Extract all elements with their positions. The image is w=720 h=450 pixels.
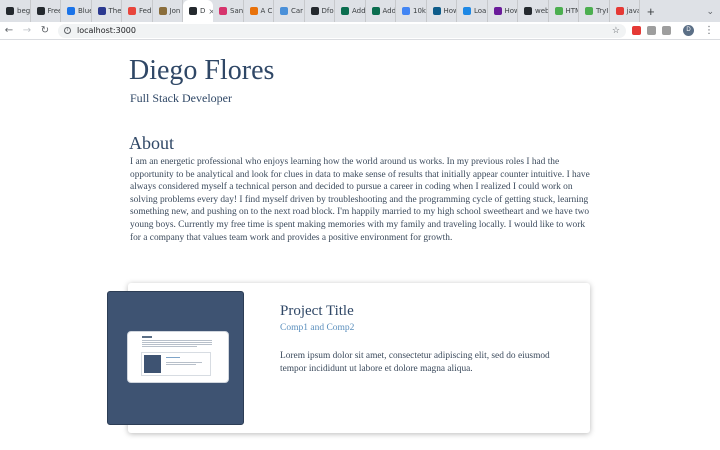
tab-favicon-icon: [97, 7, 106, 15]
project-components: Comp1 and Comp2: [280, 323, 355, 333]
tab-favicon-icon: [6, 7, 14, 15]
tab-label: Dfo: [321, 7, 334, 15]
extension-icon[interactable]: [647, 26, 656, 35]
browser-tab[interactable]: D ×: [183, 0, 213, 22]
page-title: Diego Flores: [129, 55, 275, 86]
tab-label: A C: [260, 7, 273, 15]
tab-label: Jon: [169, 7, 181, 15]
new-tab-button[interactable]: +: [640, 4, 662, 19]
tab-favicon-icon: [219, 7, 227, 15]
url-text: localhost:3000: [77, 26, 136, 35]
tab-favicon-icon: [463, 7, 471, 15]
tab-favicon-icon: [585, 7, 593, 15]
browser-tab[interactable]: 10k: [396, 0, 427, 22]
browser-tab[interactable]: Add: [366, 0, 396, 22]
browser-tab[interactable]: Free: [31, 0, 61, 22]
bookmark-star-icon[interactable]: ☆: [612, 25, 620, 36]
browser-tab[interactable]: Fed: [122, 0, 153, 22]
extension-icon[interactable]: [632, 26, 641, 35]
browser-tab[interactable]: TryI: [579, 0, 610, 22]
browser-tab[interactable]: How: [488, 0, 518, 22]
tab-favicon-icon: [554, 7, 563, 15]
job-role: Full Stack Developer: [130, 91, 232, 105]
tab-label: How: [443, 7, 457, 15]
tab-label: Blue: [78, 7, 91, 15]
tab-label: Loa: [474, 7, 487, 15]
tab-label: TryI: [596, 7, 609, 15]
browser-tab[interactable]: Add: [335, 0, 366, 22]
back-arrow-icon[interactable]: ←: [0, 25, 18, 36]
tab-label: Free: [47, 7, 61, 15]
about-heading: About: [129, 133, 174, 153]
browser-tab[interactable]: Loa: [457, 0, 488, 22]
profile-avatar[interactable]: D: [683, 25, 694, 36]
browser-tab-strip: begi Free Blue The Fed JonD× San A C Car Dfo Add Ad…: [0, 0, 720, 22]
browser-tab[interactable]: The: [92, 0, 122, 22]
tab-label: Fed: [139, 7, 152, 15]
project-screenshot-image: [127, 331, 229, 383]
browser-tab[interactable]: A C: [244, 0, 274, 22]
project-title: Project Title: [280, 303, 354, 319]
extensions-area: [626, 26, 671, 35]
tab-favicon-icon: [36, 7, 45, 15]
about-text: I am an energetic professional who enjoy…: [130, 157, 590, 243]
tab-search-chevron-icon[interactable]: ⌄: [700, 6, 720, 17]
tab-label: web: [535, 7, 549, 15]
browser-tab[interactable]: begi: [0, 0, 31, 22]
tab-favicon-icon: [249, 7, 258, 15]
tab-label: The: [108, 7, 122, 15]
browser-tab[interactable]: San: [213, 0, 244, 22]
browser-toolbar: ← → ↻ i localhost:3000 ☆ D ⋮: [0, 22, 720, 40]
forward-arrow-icon[interactable]: →: [18, 25, 36, 36]
browser-tab[interactable]: java: [610, 0, 640, 22]
tab-favicon-icon: [128, 7, 136, 15]
tab-favicon-icon: [310, 7, 319, 15]
tab-label: D: [200, 7, 206, 15]
portfolio-page: Diego Flores Full Stack Developer About …: [0, 40, 720, 450]
tab-favicon-icon: [524, 7, 532, 15]
reload-icon[interactable]: ↻: [36, 25, 54, 36]
tab-favicon-icon: [189, 7, 197, 15]
tab-favicon-icon: [432, 7, 441, 15]
browser-tab[interactable]: HTM: [549, 0, 579, 22]
tab-favicon-icon: [280, 7, 288, 15]
tab-label: How: [504, 7, 518, 15]
tab-favicon-icon: [158, 7, 167, 15]
project-thumbnail[interactable]: [107, 291, 244, 425]
browser-tab[interactable]: Dfo: [305, 0, 335, 22]
tab-favicon-icon: [341, 7, 349, 15]
tab-label: java: [626, 7, 640, 15]
tab-favicon-icon: [67, 7, 75, 15]
browser-tab[interactable]: Car: [274, 0, 305, 22]
tab-label: Add: [382, 7, 396, 15]
project-description: Lorem ipsum dolor sit amet, consectetur …: [280, 351, 550, 374]
browser-tab[interactable]: How: [427, 0, 457, 22]
tab-favicon-icon: [615, 7, 624, 15]
extension-icon[interactable]: [662, 26, 671, 35]
tab-label: begi: [17, 7, 31, 15]
browser-tab[interactable]: Jon: [153, 0, 183, 22]
browser-tab[interactable]: Blue: [61, 0, 92, 22]
tab-label: 10k: [413, 7, 426, 15]
tab-favicon-icon: [493, 7, 502, 15]
tab-favicon-icon: [371, 7, 380, 15]
site-info-icon[interactable]: i: [64, 27, 71, 34]
browser-menu-icon[interactable]: ⋮: [704, 25, 714, 36]
address-bar[interactable]: i localhost:3000 ☆: [58, 23, 626, 38]
tab-favicon-icon: [402, 7, 410, 15]
tab-label: Car: [291, 7, 304, 15]
browser-tab[interactable]: web: [518, 0, 549, 22]
tab-label: San: [230, 7, 244, 15]
tab-label: HTM: [565, 7, 579, 15]
tab-label: Add: [352, 7, 366, 15]
